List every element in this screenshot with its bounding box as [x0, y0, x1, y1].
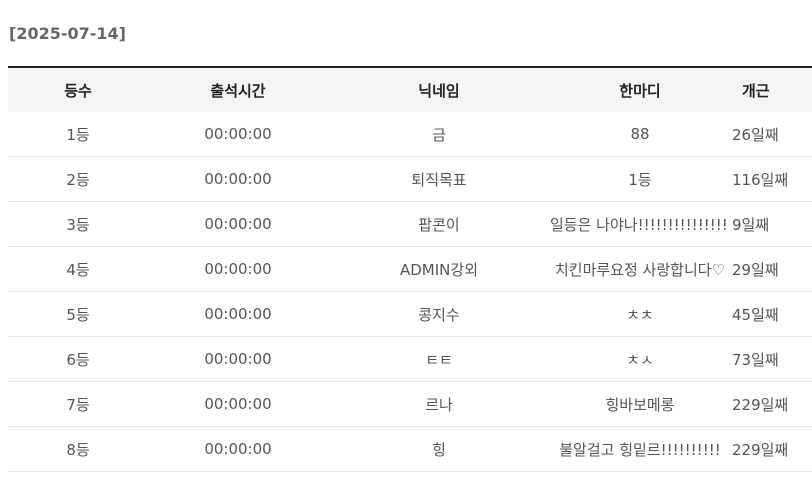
table-header-row: 등수 출석시간 닉네임 한마디 개근 — [8, 67, 812, 112]
cell-rank: 4등 — [8, 246, 148, 292]
cell-time: 00:00:00 — [148, 246, 328, 292]
table-body: 1등 00:00:00 금 88 26일째 2등 00:00:00 퇴직목표 1… — [8, 112, 812, 472]
cell-nickname[interactable]: 퇴직목표 — [328, 156, 550, 202]
header-comment: 한마디 — [619, 81, 661, 100]
cell-days: 73일째 — [730, 336, 812, 382]
table-row: 2등 00:00:00 퇴직목표 1등 116일째 — [8, 156, 812, 202]
cell-days: 229일째 — [730, 381, 812, 427]
cell-time: 00:00:00 — [148, 381, 328, 427]
cell-nickname[interactable]: 금 — [328, 112, 550, 157]
cell-rank: 8등 — [8, 426, 148, 472]
cell-nickname[interactable]: ㅌㅌ — [328, 336, 550, 382]
cell-days: 229일째 — [730, 426, 812, 472]
cell-comment: 불알걸고 힝밑르!!!!!!!!!! — [550, 426, 730, 472]
cell-rank: 7등 — [8, 381, 148, 427]
cell-days: 116일째 — [730, 156, 812, 202]
cell-time: 00:00:00 — [148, 426, 328, 472]
attendance-table: 등수 출석시간 닉네임 한마디 개근 1등 00:00:00 금 88 26일째… — [8, 66, 812, 472]
table-row: 6등 00:00:00 ㅌㅌ ㅊㅅ 73일째 — [8, 336, 812, 382]
cell-nickname[interactable]: 힝 — [328, 426, 550, 472]
header-nickname: 닉네임 — [418, 81, 460, 100]
cell-nickname[interactable]: 르나 — [328, 381, 550, 427]
table-row: 3등 00:00:00 팝콘이 일등은 나야나!!!!!!!!!!!!!!! …… — [8, 201, 812, 247]
cell-time: 00:00:00 — [148, 201, 328, 247]
attendance-date: [2025-07-14] — [9, 24, 126, 43]
table-row: 4등 00:00:00 ADMIN강외 치킨마루요정 사랑합니다♡ 29일째 — [8, 246, 812, 292]
cell-comment: 1등 — [550, 156, 730, 202]
header-days: 개근 — [742, 81, 770, 100]
cell-days: 9일째 — [730, 201, 812, 247]
cell-days: 29일째 — [730, 246, 812, 292]
header-time: 출석시간 — [210, 81, 266, 100]
cell-rank: 6등 — [8, 336, 148, 382]
cell-time: 00:00:00 — [148, 291, 328, 337]
table-row: 8등 00:00:00 힝 불알걸고 힝밑르!!!!!!!!!! 229일째 — [8, 426, 812, 472]
cell-comment: 88 — [550, 112, 730, 157]
cell-rank: 3등 — [8, 201, 148, 247]
cell-days: 45일째 — [730, 291, 812, 337]
cell-time: 00:00:00 — [148, 336, 328, 382]
table-header: 등수 출석시간 닉네임 한마디 개근 — [8, 67, 812, 112]
cell-time: 00:00:00 — [148, 112, 328, 157]
header-rank: 등수 — [64, 81, 92, 100]
attendance-page: [2025-07-14] 등수 출석시간 닉네임 한마디 개근 1등 00:00… — [0, 0, 812, 480]
cell-rank: 1등 — [8, 112, 148, 157]
table-row: 7등 00:00:00 르나 힝바보메롱 229일째 — [8, 381, 812, 427]
table-row: 5등 00:00:00 콩지수 ㅊㅊ 45일째 — [8, 291, 812, 337]
table-row: 1등 00:00:00 금 88 26일째 — [8, 112, 812, 157]
cell-comment: ㅊㅊ — [550, 291, 730, 337]
cell-comment: 힝바보메롱 — [550, 381, 730, 427]
cell-comment: ㅊㅅ — [550, 336, 730, 382]
cell-nickname[interactable]: ADMIN강외 — [328, 246, 550, 292]
cell-time: 00:00:00 — [148, 156, 328, 202]
cell-comment: 치킨마루요정 사랑합니다♡ — [550, 246, 730, 292]
cell-nickname[interactable]: 콩지수 — [328, 291, 550, 337]
cell-nickname[interactable]: 팝콘이 — [328, 201, 550, 247]
cell-rank: 2등 — [8, 156, 148, 202]
cell-days: 26일째 — [730, 112, 812, 157]
cell-rank: 5등 — [8, 291, 148, 337]
cell-comment: 일등은 나야나!!!!!!!!!!!!!!! … — [550, 201, 730, 247]
